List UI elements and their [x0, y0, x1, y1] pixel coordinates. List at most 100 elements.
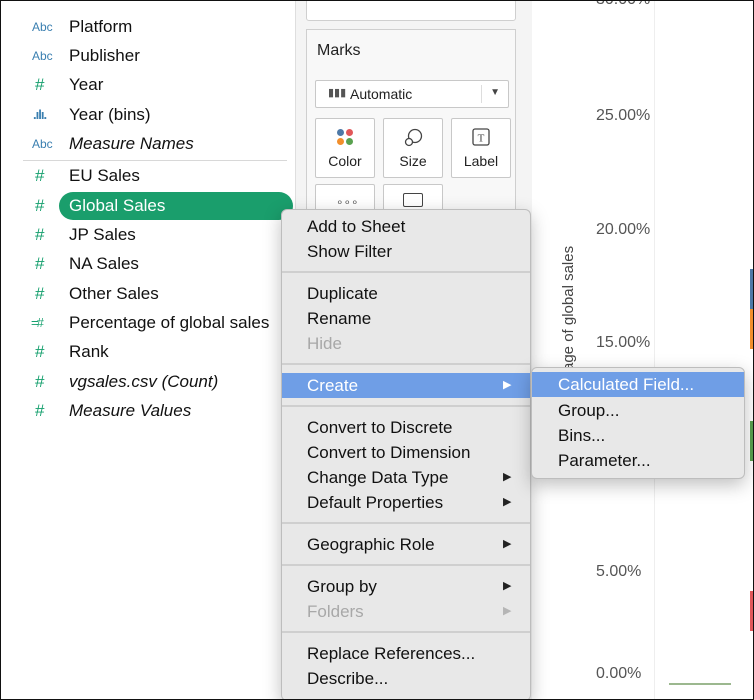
field-label: Year — [69, 75, 104, 94]
string-type-icon: Abc — [32, 20, 53, 34]
label-icon: T — [452, 127, 510, 152]
menu-item-geographic-role[interactable]: Geographic Role ▶ — [282, 532, 530, 557]
menu-item-label: Default Properties — [307, 493, 444, 512]
submenu-item-calculated-field[interactable]: Calculated Field... — [532, 372, 744, 397]
menu-item-duplicate[interactable]: Duplicate — [282, 281, 530, 306]
menu-item-hide: Hide — [282, 331, 530, 356]
menu-item-label: Create — [307, 376, 359, 395]
number-type-icon: # — [35, 284, 45, 303]
field-label: Measure Names — [69, 134, 194, 153]
plot-divider — [654, 1, 655, 699]
label-button[interactable]: T Label — [451, 118, 511, 178]
marks-title: Marks — [317, 42, 361, 59]
menu-item-show-filter[interactable]: Show Filter — [282, 239, 530, 264]
field-label: Percentage of global sales — [69, 313, 270, 332]
size-label: Size — [399, 153, 427, 169]
chevron-down-icon: ▼ — [490, 87, 500, 98]
menu-item-replace-references[interactable]: Replace References... — [282, 641, 530, 666]
create-submenu: Calculated Field... Group... Bins... Par… — [531, 367, 745, 479]
string-type-icon: Abc — [32, 49, 53, 63]
menu-item-label: Replace References... — [307, 644, 476, 663]
field-label: vgsales.csv (Count) — [69, 372, 219, 391]
edge-bar-blue — [750, 269, 753, 309]
marks-card: Marks ▮▮▮ Automatic ▼ Color Size T Label… — [306, 29, 516, 231]
field-label: Rank — [69, 342, 109, 361]
field-context-menu: Add to Sheet Show Filter Duplicate Renam… — [281, 209, 531, 699]
field-year[interactable]: # Year — [1, 72, 299, 98]
menu-item-folders: Folders ▶ — [282, 599, 530, 624]
field-measure-names[interactable]: Abc Measure Names — [1, 131, 299, 157]
number-type-icon: # — [35, 225, 45, 244]
submenu-item-label: Bins... — [558, 426, 606, 445]
menu-item-convert-to-dimension[interactable]: Convert to Dimension — [282, 440, 530, 465]
submenu-arrow-icon: ▶ — [503, 379, 512, 391]
field-na-sales[interactable]: # NA Sales — [1, 251, 299, 277]
menu-item-default-properties[interactable]: Default Properties ▶ — [282, 490, 530, 515]
submenu-arrow-icon: ▶ — [503, 580, 512, 592]
field-rank[interactable]: # Rank — [1, 339, 299, 365]
number-type-icon: # — [35, 166, 45, 185]
data-pane: Abc Platform Abc Publisher # Year .ılı. … — [1, 1, 299, 699]
menu-item-add-to-sheet[interactable]: Add to Sheet — [282, 214, 530, 239]
bins-icon: .ılı. — [33, 107, 47, 122]
number-type-icon: # — [35, 196, 45, 215]
menu-separator — [282, 631, 530, 633]
submenu-arrow-icon: ▶ — [503, 605, 512, 617]
submenu-item-label: Calculated Field... — [558, 375, 695, 394]
calculated-number-icon: =# — [31, 315, 44, 330]
menu-item-label: Convert to Dimension — [307, 443, 471, 462]
label-label: Label — [463, 153, 499, 169]
y-tick-label: 30.00% — [596, 1, 650, 9]
field-global-sales[interactable]: # Global Sales — [1, 192, 299, 220]
menu-item-label: Add to Sheet — [307, 217, 406, 236]
submenu-item-group[interactable]: Group... — [532, 398, 744, 423]
y-tick-label: 15.00% — [596, 334, 651, 351]
submenu-arrow-icon: ▶ — [503, 471, 512, 483]
menu-item-rename[interactable]: Rename — [282, 306, 530, 331]
field-label: JP Sales — [69, 225, 136, 244]
field-publisher[interactable]: Abc Publisher — [1, 43, 299, 69]
y-tick-label: 5.00% — [596, 563, 642, 580]
menu-separator — [282, 363, 530, 365]
menu-item-label: Group by — [307, 577, 377, 596]
tooltip-icon — [403, 193, 423, 207]
field-label: EU Sales — [69, 166, 140, 185]
menu-separator — [282, 522, 530, 524]
menu-item-describe[interactable]: Describe... — [282, 666, 530, 691]
field-percentage-of-global-sales[interactable]: =# Percentage of global sales — [1, 310, 299, 336]
field-measure-values[interactable]: # Measure Values — [1, 398, 299, 424]
number-type-icon: # — [35, 401, 45, 420]
menu-item-change-data-type[interactable]: Change Data Type ▶ — [282, 465, 530, 490]
menu-separator — [282, 271, 530, 273]
menu-item-label: Folders — [307, 602, 364, 621]
menu-item-label: Geographic Role — [307, 535, 435, 554]
svg-text:T: T — [478, 133, 485, 145]
mark-type-label: Automatic — [350, 86, 413, 102]
field-vgsales-count[interactable]: # vgsales.csv (Count) — [1, 369, 299, 395]
edge-bar-green — [750, 421, 753, 461]
menu-item-label: Change Data Type — [307, 468, 449, 487]
y-axis-title: age of global sales — [560, 245, 577, 371]
field-other-sales[interactable]: # Other Sales — [1, 281, 299, 307]
filters-shelf[interactable] — [306, 1, 516, 21]
menu-item-create[interactable]: Create ▶ — [282, 373, 530, 398]
field-platform[interactable]: Abc Platform — [1, 14, 299, 40]
submenu-arrow-icon: ▶ — [503, 496, 512, 508]
field-year-bins[interactable]: .ılı. Year (bins) — [1, 102, 299, 128]
submenu-item-bins[interactable]: Bins... — [532, 423, 744, 448]
y-tick-label: 0.00% — [596, 665, 642, 682]
submenu-item-parameter[interactable]: Parameter... — [532, 448, 744, 473]
edge-bar-orange — [750, 309, 753, 349]
submenu-item-label: Parameter... — [558, 451, 651, 470]
menu-item-group-by[interactable]: Group by ▶ — [282, 574, 530, 599]
size-button[interactable]: Size — [383, 118, 443, 178]
field-jp-sales[interactable]: # JP Sales — [1, 222, 299, 248]
color-button[interactable]: Color — [315, 118, 375, 178]
chart-area: 30.00% 25.00% 20.00% 15.00% 5.00% 0.00% … — [532, 1, 753, 699]
mark-type-dropdown[interactable]: ▮▮▮ Automatic ▼ — [315, 80, 509, 108]
field-label: Platform — [69, 17, 133, 36]
field-label: Publisher — [69, 46, 140, 65]
menu-item-convert-to-discrete[interactable]: Convert to Discrete — [282, 415, 530, 440]
field-eu-sales[interactable]: # EU Sales — [1, 163, 299, 189]
size-icon — [384, 127, 442, 154]
